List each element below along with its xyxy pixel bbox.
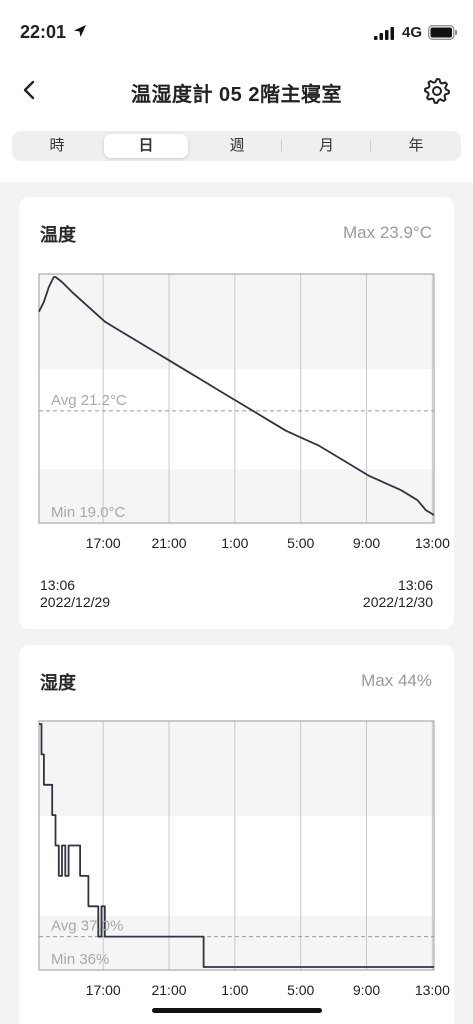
range-start-date: 2022/12/29 (40, 594, 111, 610)
x-tick-label: 17:00 (86, 982, 121, 998)
status-time: 22:01 (20, 22, 67, 42)
gear-icon[interactable] (423, 77, 451, 105)
tab-year[interactable]: 年 (371, 131, 461, 161)
humidity-max: Max 44% (361, 671, 432, 690)
temperature-max: Max 23.9°C (342, 223, 432, 242)
x-tick-label: 21:00 (151, 535, 186, 551)
x-tick-label: 1:00 (221, 982, 248, 998)
chart-band (39, 274, 434, 369)
x-tick-label: 17:00 (86, 535, 121, 551)
chart-band (39, 369, 434, 469)
range-end: 13:06 2022/12/30 (363, 577, 433, 611)
x-tick-label: 1:00 (221, 535, 248, 551)
avg-label: Avg 37.0% (51, 918, 123, 935)
min-label: Min 19.0°C (51, 504, 126, 521)
location-arrow-icon (74, 25, 86, 37)
tab-month[interactable]: 月 (282, 131, 371, 161)
period-segmented-control: 時 日 週 月 年 (12, 131, 461, 161)
humidity-chart[interactable]: Avg 37.0% Min 36% 17:00 21:00 1:00 5:00 9:00 13… (38, 720, 450, 1006)
range-end-time: 13:06 (397, 577, 433, 593)
home-indicator (152, 1008, 322, 1013)
temperature-title: 温度 (40, 225, 76, 245)
tab-day[interactable]: 日 (104, 134, 188, 158)
min-label: Min 36% (51, 951, 109, 968)
temperature-chart[interactable]: Avg 21.2°C Min 19.0°C 17:00 21:00 1:00 5:00 9:… (38, 273, 450, 559)
tab-week[interactable]: 週 (192, 131, 282, 161)
avg-label: Avg 21.2°C (51, 392, 127, 409)
range-start: 13:06 2022/12/29 (40, 577, 110, 611)
x-tick-label: 5:00 (287, 982, 314, 998)
x-tick-label: 9:00 (353, 535, 380, 551)
battery-icon (428, 25, 457, 40)
temperature-card[interactable]: 温度 Max 23.9°C Avg 21.2°C Min 19.0°C 17:00 2… (19, 197, 454, 629)
cellular-signal-icon (374, 27, 394, 40)
humidity-title: 湿度 (40, 673, 76, 693)
range-start-time: 13:06 (40, 577, 76, 593)
range-end-date: 2022/12/30 (362, 594, 433, 610)
x-tick-label: 9:00 (353, 982, 380, 998)
x-tick-label: 13:00 (415, 535, 450, 551)
x-tick-label: 13:00 (415, 982, 450, 998)
chart-band (39, 816, 434, 916)
temperature-chart-svg: Avg 21.2°C Min 19.0°C 17:00 21:00 1:00 5:00 9:… (38, 273, 450, 551)
x-tick-label: 21:00 (151, 982, 186, 998)
header-area: 22:01 4G 温湿度計 05 2階主寝室 時 日 週 月 年 (0, 0, 473, 182)
chart-band (39, 721, 434, 816)
humidity-card[interactable]: 湿度 Max 44% Avg 37.0% Min 36% 17:00 21:00 1:0… (19, 645, 454, 1024)
x-tick-label: 5:00 (287, 535, 314, 551)
tab-hour[interactable]: 時 (12, 131, 102, 161)
humidity-chart-svg: Avg 37.0% Min 36% 17:00 21:00 1:00 5:00 9:00 13… (38, 720, 450, 998)
page-title: 温湿度計 05 2階主寝室 (131, 84, 342, 106)
network-type: 4G (402, 24, 423, 41)
